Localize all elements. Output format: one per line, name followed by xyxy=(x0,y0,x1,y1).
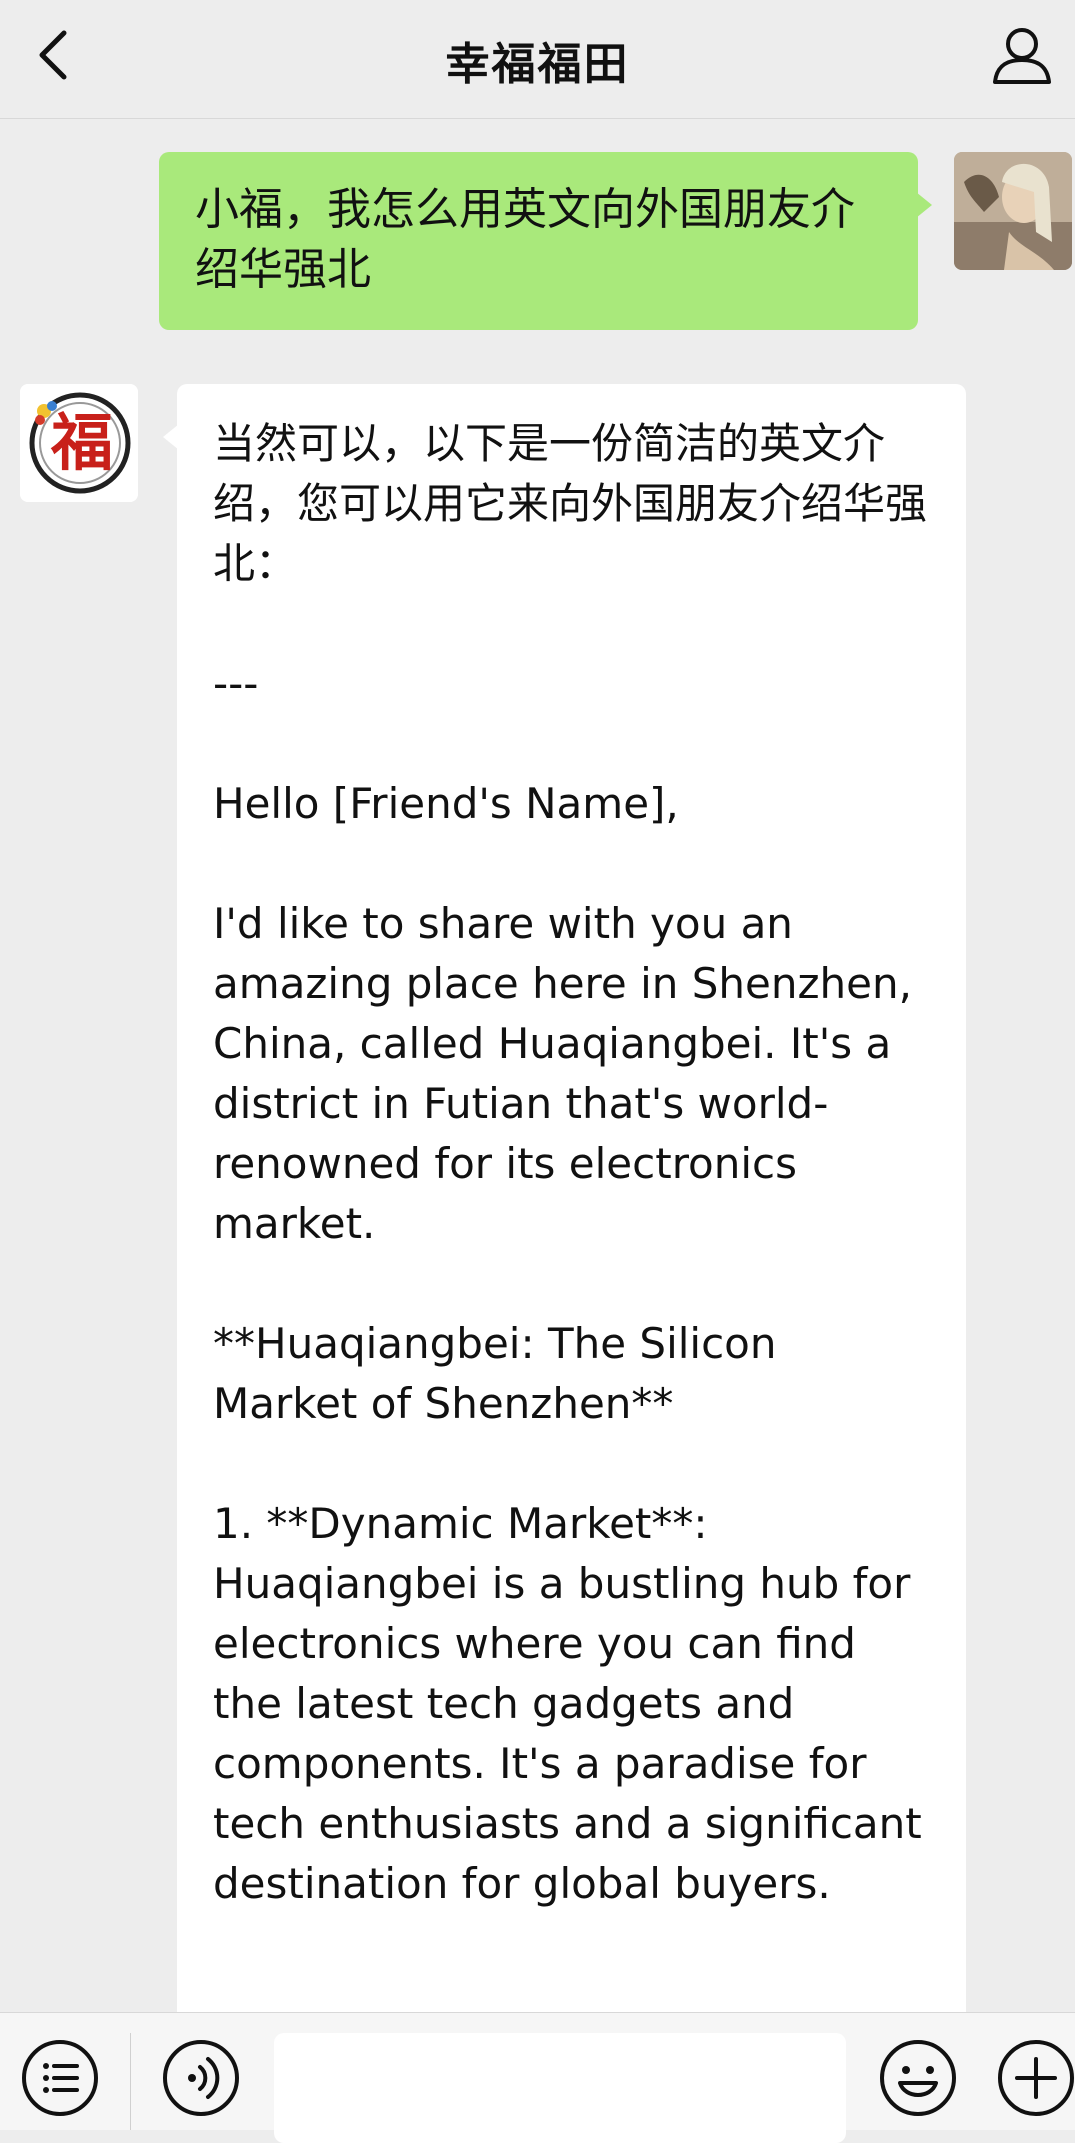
bot-avatar-logo: 福 xyxy=(20,384,138,502)
fu-glyph: 福 xyxy=(50,406,113,479)
message-input[interactable] xyxy=(274,2033,846,2143)
divider xyxy=(130,2033,131,2130)
user-message-bubble[interactable]: 小福，我怎么用英文向外国朋友介绍华强北 xyxy=(159,152,932,330)
input-bar xyxy=(0,2012,1075,2143)
person-outline-icon[interactable] xyxy=(989,22,1055,88)
smiley-icon[interactable] xyxy=(877,2037,959,2119)
list-menu-icon[interactable] xyxy=(19,2037,101,2119)
voice-icon[interactable] xyxy=(160,2037,242,2119)
chat-title: 幸福福田 xyxy=(445,39,630,90)
user-avatar[interactable] xyxy=(954,152,1072,270)
header-bar: 幸福福田 xyxy=(0,0,1075,119)
bot-avatar[interactable]: 福 xyxy=(20,384,138,502)
plus-icon[interactable] xyxy=(995,2037,1075,2119)
message-list[interactable]: 小福，我怎么用英文向外国朋友介绍华强北 福 当然可以，以下是一份简洁的英文介绍，… xyxy=(0,119,1075,2012)
user-avatar-image xyxy=(954,152,1072,270)
bot-message-bubble[interactable]: 当然可以，以下是一份简洁的英文介绍，您可以用它来向外国朋友介绍华强北： --- … xyxy=(163,384,966,2012)
